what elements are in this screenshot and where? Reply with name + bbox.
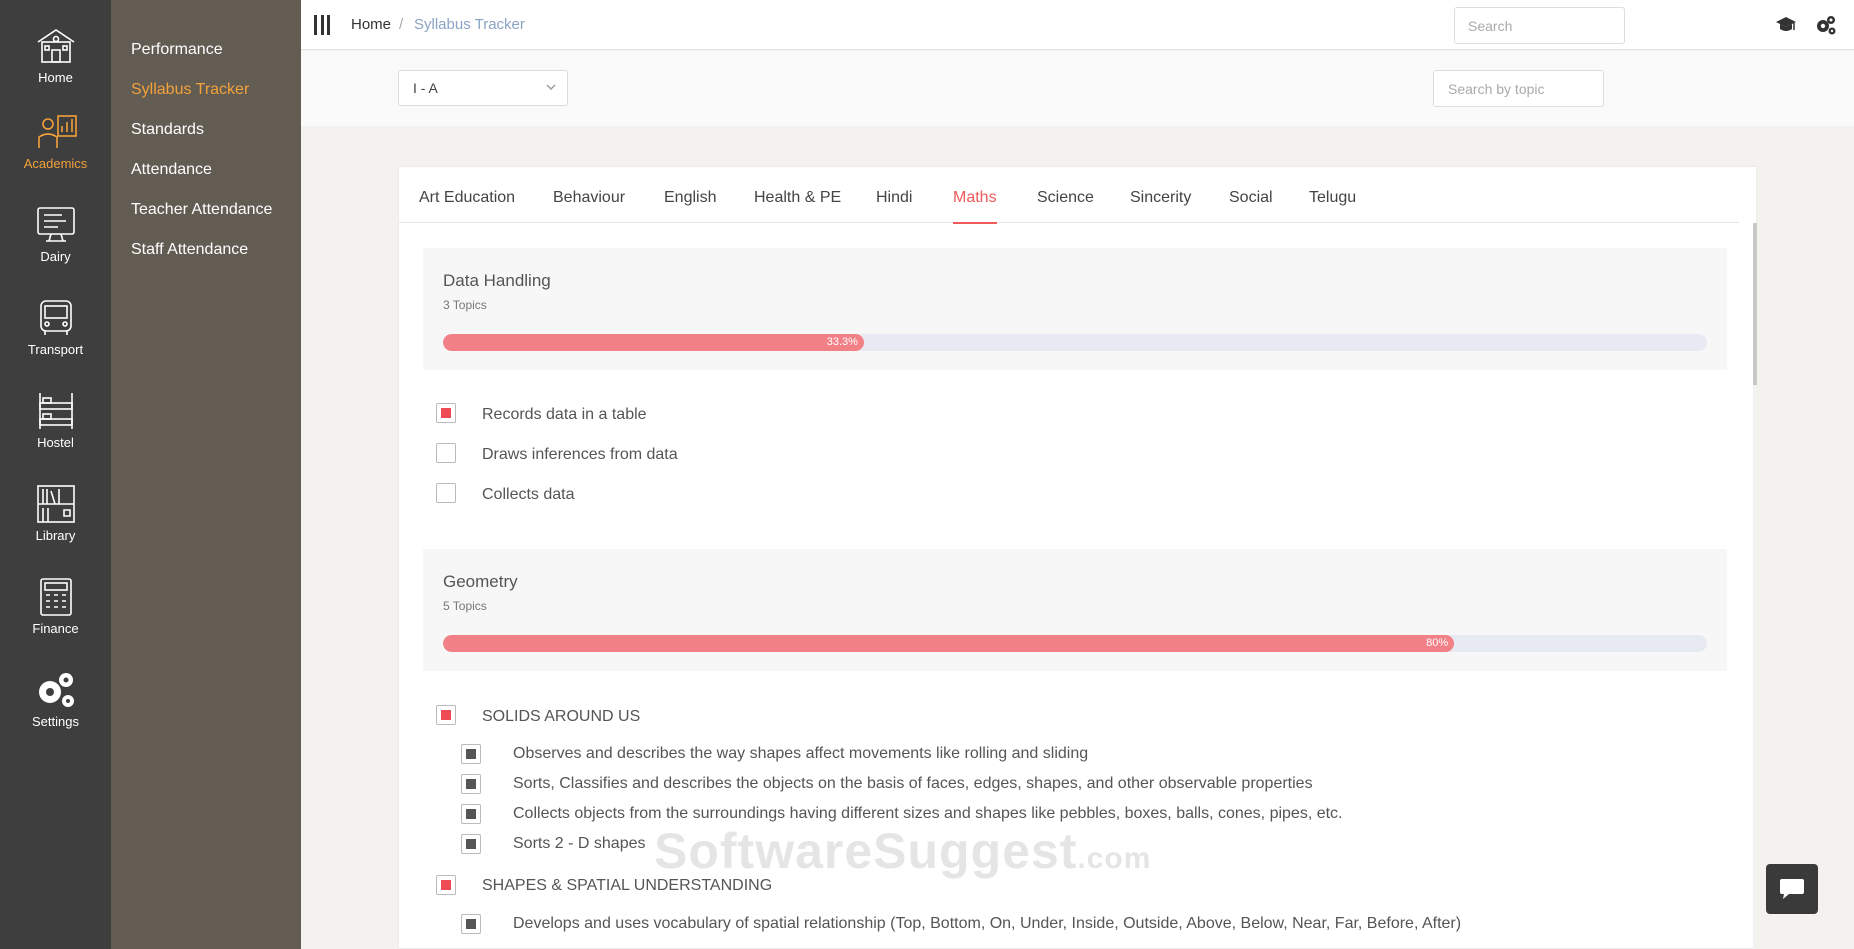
tab-health-pe[interactable]: Health & PE — [754, 189, 841, 207]
tab-sincerity[interactable]: Sincerity — [1130, 189, 1191, 207]
calculator-icon — [39, 578, 72, 616]
bunk-bed-icon — [38, 393, 73, 429]
rail-label-settings: Settings — [32, 714, 79, 729]
chat-bubble-icon — [1780, 879, 1804, 899]
topic-checkbox[interactable] — [436, 403, 456, 423]
topic-checkbox[interactable] — [436, 705, 456, 725]
tab-social[interactable]: Social — [1229, 189, 1273, 207]
rail-item-academics[interactable]: Academics — [0, 112, 111, 171]
academics-submenu: Performance Syllabus Tracker Standards A… — [111, 0, 301, 949]
scrollbar-thumb[interactable] — [1753, 223, 1757, 385]
teacher-icon — [37, 115, 77, 148]
topic-checkbox[interactable] — [436, 483, 456, 503]
rail-item-hostel[interactable]: Hostel — [0, 391, 111, 450]
global-search-input[interactable] — [1454, 7, 1625, 44]
topic-label: Collects data — [482, 486, 575, 503]
rail-label-library: Library — [35, 528, 76, 543]
tab-science[interactable]: Science — [1037, 189, 1094, 207]
section-progress-bar: 33.3% — [443, 334, 1707, 351]
subtopic-checkbox[interactable] — [461, 774, 481, 794]
watermark-suffix: .com — [1077, 842, 1152, 875]
subtopic-label: Collects objects from the surroundings h… — [513, 805, 1343, 822]
breadcrumb-current: Syllabus Tracker — [414, 16, 525, 33]
rail-item-finance[interactable]: Finance — [0, 577, 111, 636]
topic-label: Records data in a table — [482, 406, 647, 423]
rail-item-transport[interactable]: Transport — [0, 298, 111, 357]
section-title: Data Handling — [443, 271, 551, 290]
progress-fill: 33.3% — [443, 334, 864, 351]
top-bar: Home / Syllabus Tracker — [301, 0, 1854, 50]
watermark-logo: SoftwareSuggest.com — [654, 822, 1151, 880]
rail-label-finance: Finance — [32, 621, 79, 636]
school-icon — [37, 29, 74, 63]
subtopic-label: Sorts, Classifies and describes the obje… — [513, 775, 1313, 792]
icon-rail: Home Academics Dairy Transport Hostel Li… — [0, 0, 111, 949]
rail-label-academics: Academics — [23, 156, 88, 171]
breadcrumb-separator: / — [399, 16, 404, 33]
section-progress-bar: 80% — [443, 635, 1707, 652]
tab-art-education[interactable]: Art Education — [419, 189, 515, 207]
class-select-value: I - A — [413, 80, 438, 96]
submenu-attendance[interactable]: Attendance — [131, 161, 212, 179]
subtopic-checkbox[interactable] — [461, 914, 481, 934]
progress-fill: 80% — [443, 635, 1455, 652]
topic-checkbox[interactable] — [436, 875, 456, 895]
graduation-cap-icon[interactable] — [1776, 15, 1796, 35]
submenu-staff-attendance[interactable]: Staff Attendance — [131, 241, 248, 259]
watermark-main: SoftwareSuggest — [654, 823, 1078, 879]
filter-bar: I - A — [301, 51, 1854, 126]
subtopic-label: Observes and describes the way shapes af… — [513, 745, 1089, 762]
tab-maths[interactable]: Maths — [953, 189, 997, 224]
settings-gears-icon[interactable] — [1815, 14, 1837, 36]
section-topic-count: 5 Topics — [443, 599, 487, 613]
progress-label: 33.3% — [826, 336, 858, 348]
submenu-performance[interactable]: Performance — [131, 41, 223, 59]
section-geometry: Geometry 5 Topics 80% — [423, 549, 1727, 671]
rail-item-home[interactable]: Home — [0, 26, 111, 85]
submenu-standards[interactable]: Standards — [131, 121, 204, 139]
chevron-down-icon — [546, 84, 556, 90]
submenu-teacher-attendance[interactable]: Teacher Attendance — [131, 201, 272, 219]
section-data-handling: Data Handling 3 Topics 33.3% — [423, 248, 1727, 370]
rail-label-transport: Transport — [27, 342, 84, 357]
tab-english[interactable]: English — [664, 189, 716, 207]
subtopic-label: Sorts 2 - D shapes — [513, 835, 646, 852]
rail-label-home: Home — [38, 70, 73, 85]
subtopic-checkbox[interactable] — [461, 744, 481, 764]
rail-item-settings[interactable]: Settings — [0, 670, 111, 729]
tab-telugu[interactable]: Telugu — [1309, 189, 1356, 207]
progress-label: 80% — [1426, 637, 1449, 649]
rail-item-dairy[interactable]: Dairy — [0, 205, 111, 264]
menu-toggle-icon[interactable] — [314, 15, 330, 35]
topic-label: Draws inferences from data — [482, 446, 678, 463]
class-select[interactable]: I - A — [398, 70, 568, 106]
bookshelf-icon — [36, 485, 75, 523]
breadcrumb-home[interactable]: Home — [351, 16, 391, 33]
scrollbar[interactable] — [1753, 223, 1757, 949]
tab-behaviour[interactable]: Behaviour — [553, 189, 625, 207]
gears-icon — [38, 673, 74, 707]
topic-checkbox[interactable] — [436, 443, 456, 463]
tab-hindi[interactable]: Hindi — [876, 189, 912, 207]
subtopic-checkbox[interactable] — [461, 834, 481, 854]
subject-tabs: Art Education Behaviour English Health &… — [399, 167, 1739, 224]
chat-button[interactable] — [1766, 864, 1818, 914]
subtopic-checkbox[interactable] — [461, 804, 481, 824]
rail-item-library[interactable]: Library — [0, 484, 111, 543]
rail-label-hostel: Hostel — [37, 435, 74, 450]
topic-label: SOLIDS AROUND US — [482, 708, 641, 725]
bus-icon — [39, 300, 72, 335]
rail-label-dairy: Dairy — [40, 249, 71, 264]
subtopic-label: Develops and uses vocabulary of spatial … — [513, 915, 1462, 932]
submenu-syllabus-tracker[interactable]: Syllabus Tracker — [131, 81, 249, 99]
section-topic-count: 3 Topics — [443, 298, 487, 312]
monitor-icon — [36, 207, 75, 242]
topic-search-input[interactable] — [1433, 70, 1604, 107]
section-title: Geometry — [443, 572, 518, 591]
